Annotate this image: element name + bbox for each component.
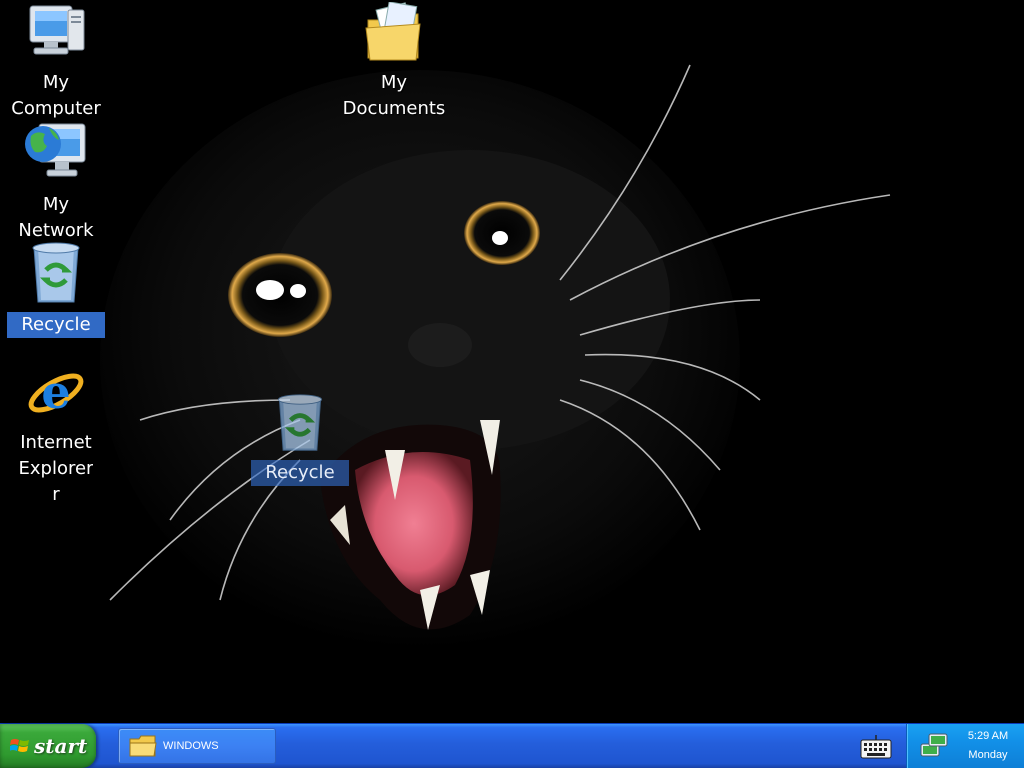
network-tray-icon[interactable] bbox=[919, 732, 949, 760]
recycle-bin-drag-label: Recycle bbox=[251, 460, 349, 486]
windows-flag-icon bbox=[10, 738, 29, 752]
start-label: start bbox=[34, 734, 88, 758]
recycle-bin-icon bbox=[277, 394, 323, 451]
taskbar: start WINDOWS 5:29 AM Monday bbox=[0, 723, 1024, 768]
on-screen-keyboard-icon[interactable] bbox=[860, 734, 892, 760]
internet-explorer-icon: e bbox=[28, 365, 84, 419]
internet-explorer-label: Internet Explorer r bbox=[18, 432, 94, 505]
my-computer-label: My Computer bbox=[11, 72, 101, 119]
taskbar-button-label: WINDOWS bbox=[163, 740, 219, 752]
clock-day: Monday bbox=[968, 749, 1008, 761]
folder-icon bbox=[129, 735, 157, 757]
desktop-icon-recycle-bin[interactable]: Recycle bbox=[0, 240, 112, 342]
desktop-icon-my-documents[interactable]: My Documents bbox=[338, 2, 450, 126]
system-tray: 5:29 AM Monday bbox=[906, 724, 1024, 768]
recycle-bin-label: Recycle bbox=[7, 312, 105, 338]
start-button[interactable]: start bbox=[0, 724, 96, 768]
my-documents-label: My Documents bbox=[342, 72, 446, 119]
svg-text:e: e bbox=[41, 365, 70, 419]
desktop-icon-recycle-bin-drag[interactable]: Recycle bbox=[244, 392, 356, 490]
desktop-icon-my-computer[interactable]: My Computer bbox=[0, 4, 112, 126]
desktop-icon-internet-explorer[interactable]: e Internet Explorer r bbox=[0, 362, 112, 512]
network-places-icon bbox=[25, 123, 86, 177]
my-documents-icon bbox=[365, 2, 421, 61]
clock-time[interactable]: 5:29 AM bbox=[955, 730, 1021, 742]
desktop-wallpaper bbox=[0, 0, 1024, 723]
recycle-bin-icon bbox=[32, 242, 80, 303]
my-computer-icon bbox=[29, 5, 85, 55]
taskbar-button-windows[interactable]: WINDOWS bbox=[118, 728, 276, 764]
